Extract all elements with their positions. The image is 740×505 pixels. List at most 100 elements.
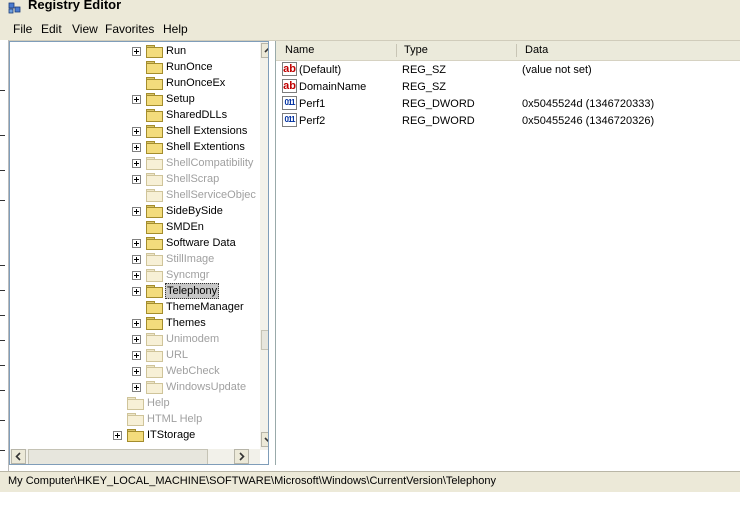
expand-icon[interactable] [132,175,141,184]
tree-item-label: Shell Extentions [166,141,245,153]
tree-item-label: Unimodem [166,333,220,345]
tree-item-label: Run [166,45,187,57]
background-window-edge-bottom [0,492,740,505]
background-window-edge [0,40,9,497]
expand-icon[interactable] [132,335,141,344]
tree-item-label: WebCheck [166,365,220,377]
folder-icon [146,125,163,138]
tree-item-label: SMDEn [166,221,204,233]
expand-icon[interactable] [132,367,141,376]
tree-item-label: RunOnce [166,61,213,73]
folder-icon [146,77,163,90]
string-value-icon: ab [282,79,297,93]
column-header-data[interactable]: Data [525,44,548,56]
folder-icon [146,141,163,154]
tree-item-label: ThemeManager [166,301,244,313]
folder-icon [146,61,163,74]
value-data: 0x50455246 (1346720326) [522,115,655,127]
expand-icon[interactable] [132,287,141,296]
value-row[interactable]: ab DomainName REG_SZ [276,79,740,96]
value-row[interactable]: ab (Default) REG_SZ (value not set) [276,62,740,79]
expand-icon[interactable] [132,351,141,360]
expand-icon[interactable] [132,383,141,392]
folder-icon [146,365,163,378]
value-name: DomainName [299,81,367,93]
folder-icon [146,349,163,362]
scroll-thumb[interactable] [261,330,268,350]
value-data: 0x5045524d (1346720333) [522,98,655,110]
folder-icon [146,221,163,234]
chevron-left-icon [15,452,21,461]
menu-help[interactable]: Help [163,22,188,36]
window-title: Registry Editor [28,0,122,12]
expand-icon[interactable] [132,239,141,248]
tree-item-label: Help [147,397,170,409]
tree-item-label: Software Data [166,237,236,249]
value-type: REG_DWORD [402,115,475,127]
expand-icon[interactable] [132,255,141,264]
column-divider[interactable] [396,44,397,57]
value-row[interactable]: 011 Perf1 REG_DWORD 0x5045524d (1346720333) [276,96,740,113]
status-bar: My Computer\HKEY_LOCAL_MACHINE\SOFTWARE\… [0,471,740,492]
value-type: REG_DWORD [402,98,475,110]
folder-icon [127,429,144,442]
value-data: (value not set) [522,64,592,76]
registry-values-list[interactable]: Name Type Data ab (Default) REG_SZ (value n… [275,41,740,465]
folder-icon [146,157,163,170]
expand-icon[interactable] [132,159,141,168]
menu-bar: File Edit View Favorites Help [0,18,740,41]
tree-item-label: Telephony [165,283,220,299]
expand-icon[interactable] [132,127,141,136]
tree-item-label: WindowsUpdate [166,381,247,393]
tree-horizontal-scrollbar[interactable] [10,449,260,464]
folder-icon [127,413,144,426]
tree-item-label: HTML Help [147,413,203,425]
expand-icon[interactable] [132,47,141,56]
scroll-up-button[interactable] [261,43,268,58]
menu-file[interactable]: File [13,22,32,36]
registry-key-tree[interactable]: Run RunOnce RunOnceEx Setup SharedDLLs Shell … [9,41,269,465]
folder-icon [146,93,163,106]
tree-vertical-scrollbar[interactable] [260,42,268,450]
horizontal-scroll-thumb[interactable] [28,449,208,464]
column-header-type[interactable]: Type [404,44,428,56]
value-row[interactable]: 011 Perf2 REG_DWORD 0x50455246 (1346720326) [276,113,740,130]
scroll-down-button[interactable] [261,432,268,447]
value-type: REG_SZ [402,64,447,76]
menu-view[interactable]: View [72,22,98,36]
chevron-up-icon [264,47,268,53]
tree-item-label: StillImage [166,253,215,265]
tree-item-label: ShellCompatibility [166,157,254,169]
folder-icon [146,301,163,314]
status-key-path: My Computer\HKEY_LOCAL_MACHINE\SOFTWARE\… [8,475,497,487]
folder-icon [146,237,163,250]
tree-item-label: ShellServiceObjec [166,189,256,201]
value-type: REG_SZ [402,81,447,93]
title-bar: Registry Editor [0,0,740,18]
binary-value-icon: 011 [282,96,297,110]
folder-icon [146,333,163,346]
chevron-down-icon [264,437,268,443]
folder-icon [146,45,163,58]
menu-edit[interactable]: Edit [41,22,62,36]
tree-item-label: Shell Extensions [166,125,248,137]
folder-icon [146,173,163,186]
folder-icon [146,253,163,266]
expand-icon[interactable] [132,207,141,216]
scroll-right-button[interactable] [234,449,249,464]
folder-icon [146,285,163,298]
expand-icon[interactable] [132,143,141,152]
tree-item-label: Syncmgr [166,269,210,281]
column-header-name[interactable]: Name [285,44,314,56]
expand-icon[interactable] [132,271,141,280]
scroll-left-button[interactable] [11,449,26,464]
folder-icon [146,381,163,394]
expand-icon[interactable] [132,319,141,328]
menu-favorites[interactable]: Favorites [105,22,154,36]
column-divider[interactable] [516,44,517,57]
tree-item-label: Themes [166,317,206,329]
tree-item-label: RunOnceEx [166,77,226,89]
folder-icon [146,317,163,330]
expand-icon[interactable] [132,95,141,104]
expand-icon[interactable] [113,431,122,440]
